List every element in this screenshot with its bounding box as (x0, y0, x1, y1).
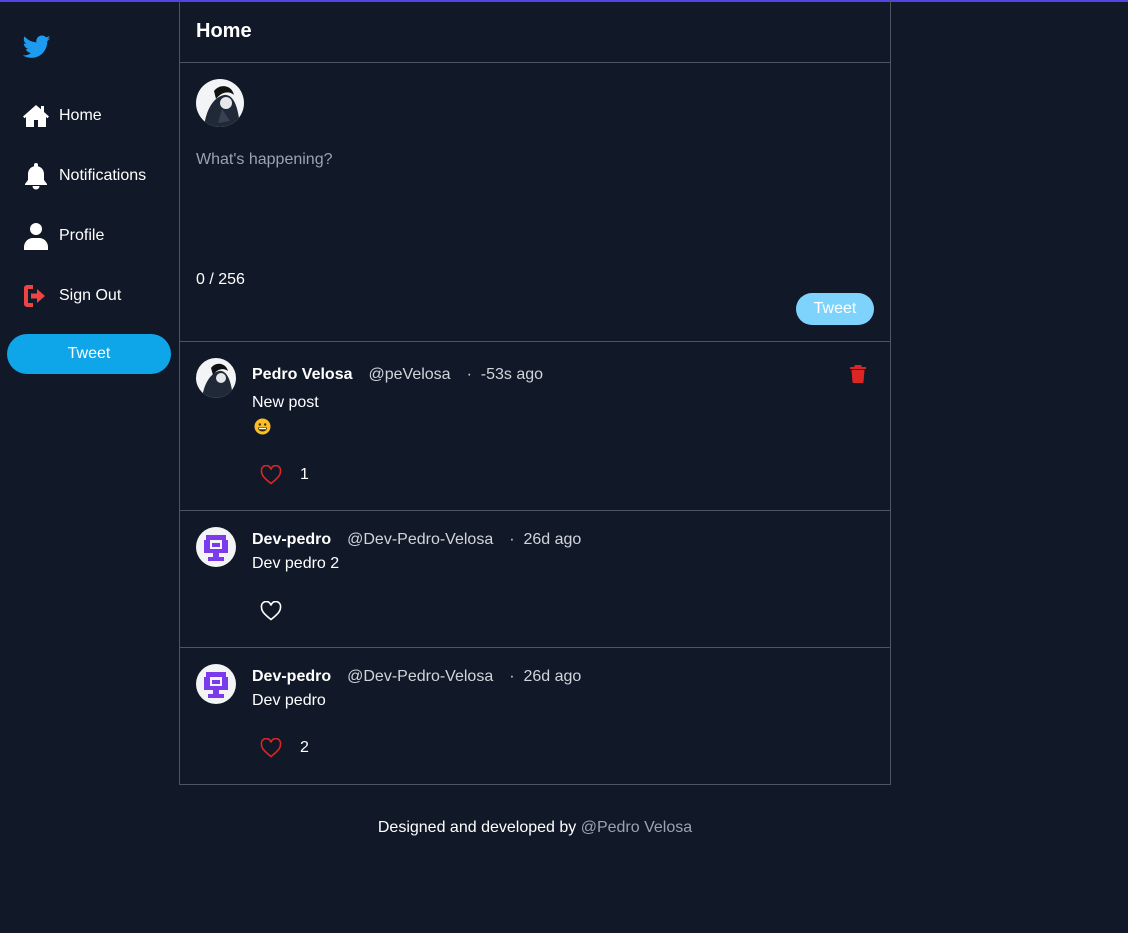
tweet-item: Dev-pedro @Dev-Pedro-Velosa · 26d ago De… (180, 648, 890, 784)
sidebar-item-label: Notifications (59, 167, 147, 184)
tweet-time-value: -53s ago (480, 366, 544, 383)
tweet-text: Dev pedro (252, 692, 326, 709)
tweet-time: · 26d ago (509, 668, 582, 685)
author-handle[interactable]: @peVelosa (369, 366, 451, 384)
author-name[interactable]: Pedro Velosa (252, 366, 353, 384)
grinning-emoji (254, 418, 271, 435)
like-count: 1 (300, 466, 309, 483)
sidebar: Home Notifications Profile Sign Out Twee… (0, 0, 179, 933)
tweet-time-value: 26d ago (523, 531, 582, 548)
footer-author-link[interactable]: @Pedro Velosa (581, 819, 692, 836)
author-handle[interactable]: @Dev-Pedro-Velosa (347, 668, 493, 686)
grinning-emoji-icon (254, 418, 271, 435)
sidebar-item-label: Profile (59, 227, 105, 244)
tweet-time: · -53s ago (466, 366, 544, 383)
sidebar-item-home[interactable]: Home (22, 101, 102, 131)
trash-icon[interactable] (850, 365, 866, 383)
page-title: Home (196, 19, 252, 42)
sidebar-item-label: Home (59, 107, 102, 124)
author-name[interactable]: Dev-pedro (252, 668, 331, 686)
character-counter: 0 / 256 (196, 271, 245, 288)
sidebar-tweet-button[interactable]: Tweet (7, 334, 171, 374)
heart-icon[interactable] (260, 738, 282, 758)
tweet-item: Dev-pedro @Dev-Pedro-Velosa · 26d ago De… (180, 511, 890, 648)
tweet-meta: Dev-pedro @Dev-Pedro-Velosa · 26d ago (252, 531, 581, 549)
user-icon (22, 222, 50, 250)
avatar[interactable] (196, 527, 236, 567)
author-handle[interactable]: @Dev-Pedro-Velosa (347, 531, 493, 549)
tweet-time-value: 26d ago (523, 668, 582, 685)
twitter-bird-icon[interactable] (23, 35, 51, 59)
tweet-text: New post (252, 394, 319, 411)
tweet-meta: Pedro Velosa @peVelosa · -53s ago (252, 366, 543, 384)
tweet-item: Pedro Velosa @peVelosa · -53s ago New po… (180, 342, 890, 511)
avatar[interactable] (196, 79, 244, 127)
like-count: 2 (300, 739, 309, 756)
tweet-composer: 0 / 256 Tweet (180, 63, 890, 342)
sign-out-icon (22, 282, 50, 310)
author-name[interactable]: Dev-pedro (252, 531, 331, 549)
avatar[interactable] (196, 358, 236, 398)
sidebar-item-profile[interactable]: Profile (22, 221, 104, 251)
heart-icon[interactable] (260, 601, 282, 621)
compose-tweet-button[interactable]: Tweet (796, 293, 874, 325)
bell-icon (22, 162, 50, 190)
sidebar-item-label: Sign Out (59, 287, 122, 304)
tweet-input[interactable] (196, 151, 866, 251)
tweet-time: · 26d ago (509, 531, 582, 548)
footer-text: Designed and developed by (377, 819, 577, 836)
sidebar-item-sign-out[interactable]: Sign Out (22, 281, 121, 311)
page-header: Home (180, 0, 890, 63)
tweet-meta: Dev-pedro @Dev-Pedro-Velosa · 26d ago (252, 668, 581, 686)
sidebar-item-notifications[interactable]: Notifications (22, 161, 146, 191)
tweet-text: Dev pedro 2 (252, 555, 340, 572)
avatar[interactable] (196, 664, 236, 704)
footer: Designed and developed by @Pedro Velosa (0, 819, 1070, 837)
heart-icon[interactable] (260, 465, 282, 485)
timeline: Home 0 / 256 Tweet (179, 0, 891, 785)
home-icon (22, 102, 50, 130)
